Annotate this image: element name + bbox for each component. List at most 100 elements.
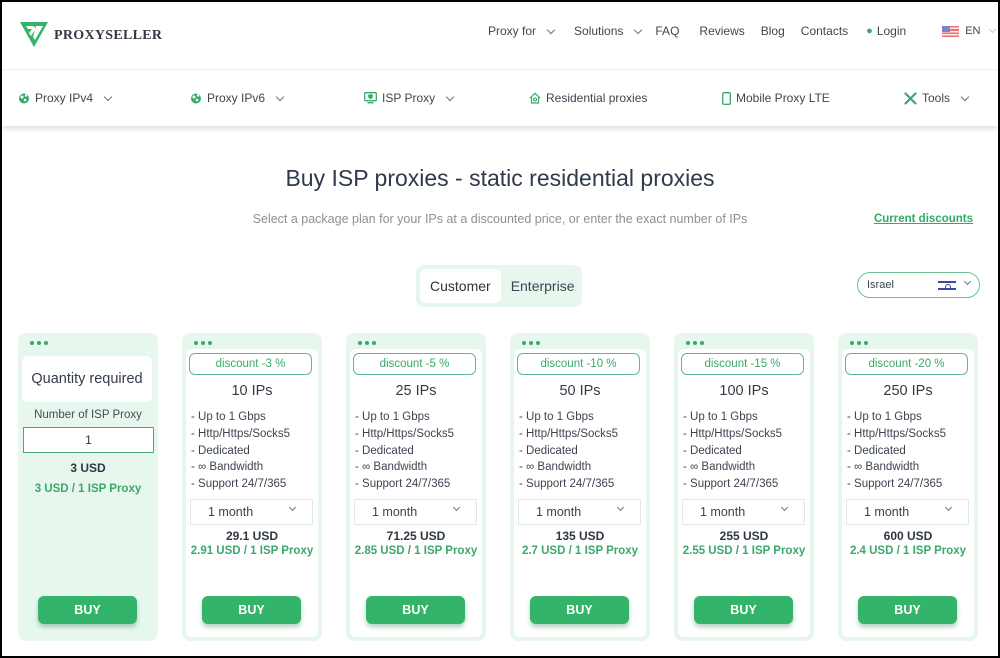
us-flag-icon: [942, 25, 960, 37]
plan-ip-count: 10 IPs: [231, 383, 273, 399]
logo[interactable]: PROXYSELLER: [19, 20, 162, 48]
feature-bandwidth: - ∞ Bandwidth: [191, 461, 264, 474]
dots-icon: [850, 341, 868, 345]
current-discounts-link[interactable]: Current discounts: [874, 213, 973, 225]
subnav-proxy-ipv6[interactable]: Proxy IPv6: [190, 91, 285, 105]
feature-bandwidth: - ∞ Bandwidth: [847, 461, 920, 474]
dots-icon: [686, 341, 704, 345]
period-select[interactable]: 1 month: [846, 499, 969, 525]
buy-button[interactable]: BUY: [694, 596, 793, 624]
chevron-down-icon: [960, 92, 970, 101]
nav-faq[interactable]: FAQ: [655, 24, 679, 38]
feature-protocols: - Http/Https/Socks5: [519, 427, 619, 440]
feature-speed: - Up to 1 Gbps: [683, 411, 758, 423]
plan-total-price: 135 USD: [555, 529, 605, 543]
subnav-label: Mobile Proxy LTE: [736, 91, 830, 105]
plan-unit-price: 2.4 USD / 1 ISP Proxy: [849, 545, 967, 557]
subnav-tools[interactable]: Tools: [904, 91, 970, 105]
buy-button[interactable]: BUY: [858, 596, 957, 624]
subnav-mobile-proxy-lte[interactable]: Mobile Proxy LTE: [722, 91, 830, 105]
dots-icon: [358, 341, 376, 345]
feature-dedicated: - Dedicated: [847, 444, 906, 457]
period-value: 1 month: [700, 505, 746, 519]
nav-reviews[interactable]: Reviews: [699, 24, 744, 38]
feature-support: - Support 24/7/365: [519, 478, 615, 491]
feature-bandwidth: - ∞ Bandwidth: [355, 461, 428, 474]
country-value: Israel: [867, 279, 894, 291]
plan-features: - Up to 1 Gbps - Http/Https/Socks5 - Ded…: [847, 409, 946, 493]
nav-label: Reviews: [699, 24, 745, 38]
feature-protocols: - Http/Https/Socks5: [847, 427, 947, 440]
quantity-input-label: Number of ISP Proxy: [34, 409, 142, 421]
globe-network-icon: [18, 92, 30, 104]
subnav-label: Proxy IPv4: [35, 91, 94, 105]
feature-protocols: - Http/Https/Socks5: [191, 427, 291, 440]
feature-dedicated: - Dedicated: [191, 444, 250, 457]
israel-flag-icon: [938, 280, 956, 291]
monitor-shield-icon: [364, 92, 377, 104]
nav-label: Proxy for: [488, 24, 537, 38]
top-nav: Proxy for Solutions FAQ Reviews Blog Con…: [488, 24, 997, 38]
language-selector[interactable]: EN: [942, 25, 997, 37]
plan-ip-count: 100 IPs: [719, 383, 769, 399]
quantity-total-price: 3 USD: [70, 461, 106, 475]
buy-button[interactable]: BUY: [38, 596, 137, 624]
buy-button[interactable]: BUY: [202, 596, 301, 624]
nav-blog[interactable]: Blog: [761, 24, 785, 38]
buy-button[interactable]: BUY: [530, 596, 629, 624]
country-select[interactable]: Israel: [857, 272, 980, 298]
subnav-label: ISP Proxy: [382, 91, 436, 105]
plan-unit-price: 2.91 USD / 1 ISP Proxy: [190, 545, 314, 557]
tab-customer[interactable]: Customer: [420, 269, 501, 303]
period-select[interactable]: 1 month: [354, 499, 477, 525]
login-link[interactable]: ● Login: [866, 24, 906, 38]
subnav-isp-proxy[interactable]: ISP Proxy: [364, 91, 455, 105]
plan-total-price: 71.25 USD: [386, 529, 446, 543]
feature-support: - Support 24/7/365: [847, 478, 943, 491]
dots-icon: [194, 341, 212, 345]
brand-name: PROXYSELLER: [54, 27, 163, 43]
plan-features: - Up to 1 Gbps - Http/Https/Socks5 - Ded…: [355, 409, 454, 493]
feature-protocols: - Http/Https/Socks5: [683, 427, 783, 440]
period-select[interactable]: 1 month: [190, 499, 313, 525]
subnav-label: Residential proxies: [546, 91, 648, 105]
period-select[interactable]: 1 month: [682, 499, 805, 525]
tab-enterprise[interactable]: Enterprise: [501, 269, 585, 303]
proxyseller-logo-icon: [20, 22, 48, 47]
period-select[interactable]: 1 month: [518, 499, 641, 525]
chevron-down-icon: [780, 503, 789, 512]
plan-total-price: 600 USD: [883, 529, 933, 543]
feature-dedicated: - Dedicated: [683, 444, 742, 457]
subnav-proxy-ipv4[interactable]: Proxy IPv4: [18, 91, 113, 105]
discount-badge: discount -5 %: [353, 353, 476, 375]
quantity-input[interactable]: [23, 427, 154, 453]
period-value: 1 month: [208, 505, 254, 519]
page: PROXYSELLER Proxy for Solutions FAQ Revi…: [2, 2, 998, 656]
nav-contacts[interactable]: Contacts: [801, 24, 848, 38]
dots-icon: [522, 341, 540, 345]
plan-card: discount -10 % 50 IPs - Up to 1 Gbps - H…: [510, 333, 650, 641]
feature-protocols: - Http/Https/Socks5: [355, 427, 455, 440]
chevron-down-icon: [275, 92, 285, 101]
buy-button[interactable]: BUY: [366, 596, 465, 624]
nav-label: Blog: [760, 24, 785, 38]
discount-badge: discount -20 %: [845, 353, 968, 375]
period-value: 1 month: [372, 505, 418, 519]
feature-speed: - Up to 1 Gbps: [519, 411, 594, 423]
feature-support: - Support 24/7/365: [355, 478, 451, 491]
nav-label: FAQ: [655, 24, 680, 38]
quantity-card-title: Quantity required: [22, 356, 152, 402]
customer-type-toggle: Customer Enterprise: [416, 265, 582, 307]
chevron-down-icon: [288, 503, 297, 512]
feature-dedicated: - Dedicated: [355, 444, 414, 457]
subnav-label: Tools: [922, 91, 951, 105]
chevron-down-icon: [944, 503, 953, 512]
nav-proxy-for[interactable]: Proxy for: [488, 24, 556, 38]
chevron-down-icon: [616, 503, 625, 512]
nav-solutions[interactable]: Solutions: [574, 24, 643, 38]
plan-total-price: 29.1 USD: [225, 529, 279, 543]
chevron-down-icon: [634, 25, 643, 34]
subnav-residential-proxies[interactable]: Residential proxies: [529, 91, 647, 105]
chevron-down-icon: [452, 503, 461, 512]
discount-badge: discount -3 %: [189, 353, 312, 375]
